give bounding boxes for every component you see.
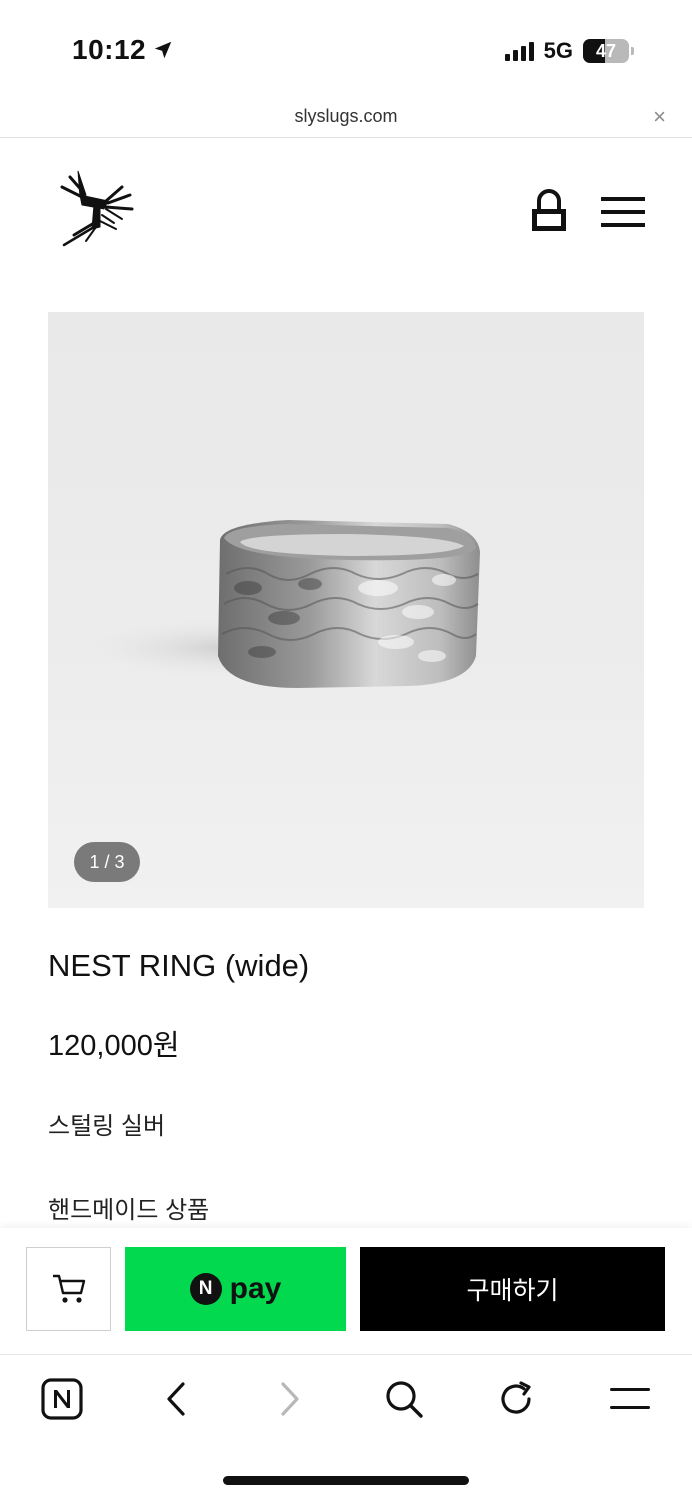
network-label: 5G — [543, 38, 573, 63]
toolbar-menu-button[interactable] — [608, 1377, 652, 1421]
back-button[interactable] — [154, 1377, 198, 1421]
forward-button[interactable] — [268, 1377, 312, 1421]
status-bar: 10:12 5G 47 — [0, 0, 692, 100]
purchase-bar: N pay 구매하기 — [0, 1228, 692, 1354]
battery-icon: 47 — [583, 39, 634, 63]
status-indicators: 5G 47 — [504, 38, 634, 64]
cart-button[interactable] — [26, 1247, 111, 1331]
ring-image — [78, 520, 480, 688]
buy-button[interactable]: 구매하기 — [360, 1247, 665, 1331]
back-icon — [167, 1382, 185, 1416]
menu-icon[interactable] — [601, 195, 645, 229]
site-header — [0, 139, 692, 289]
battery-level: 47 — [595, 40, 617, 61]
logo[interactable] — [56, 165, 136, 249]
menu-icon — [610, 1388, 650, 1409]
location-arrow-icon — [154, 41, 172, 59]
home-indicator[interactable] — [223, 1476, 469, 1485]
product-material: 스털링 실버 — [48, 1113, 166, 1140]
url-text[interactable]: slyslugs.com — [0, 106, 692, 127]
product-price: 120,000원 — [48, 1030, 180, 1062]
browser-toolbar — [0, 1354, 692, 1500]
refresh-button[interactable] — [494, 1377, 538, 1421]
npay-badge: N — [189, 1273, 222, 1305]
product-title: NEST RING (wide) — [48, 948, 310, 983]
signal-icon — [504, 41, 534, 61]
cart-icon — [52, 1274, 85, 1303]
forward-icon — [281, 1382, 299, 1416]
search-icon — [386, 1381, 423, 1418]
image-counter: 1 / 3 — [74, 842, 140, 882]
close-icon[interactable]: × — [653, 104, 666, 130]
naver-home-icon — [41, 1378, 83, 1420]
search-button[interactable] — [382, 1377, 426, 1421]
npay-button[interactable]: N pay — [125, 1247, 346, 1331]
product-image[interactable]: 1 / 3 — [48, 312, 644, 908]
url-bar[interactable]: slyslugs.com × — [0, 100, 692, 138]
npay-label: pay — [229, 1272, 282, 1305]
status-time-group: 10:12 — [72, 34, 174, 66]
status-time: 10:12 — [72, 34, 147, 65]
naver-home-button[interactable] — [40, 1377, 84, 1421]
product-note: 핸드메이드 상품 — [48, 1197, 210, 1224]
lock-icon[interactable] — [529, 189, 569, 233]
refresh-icon — [501, 1381, 531, 1414]
